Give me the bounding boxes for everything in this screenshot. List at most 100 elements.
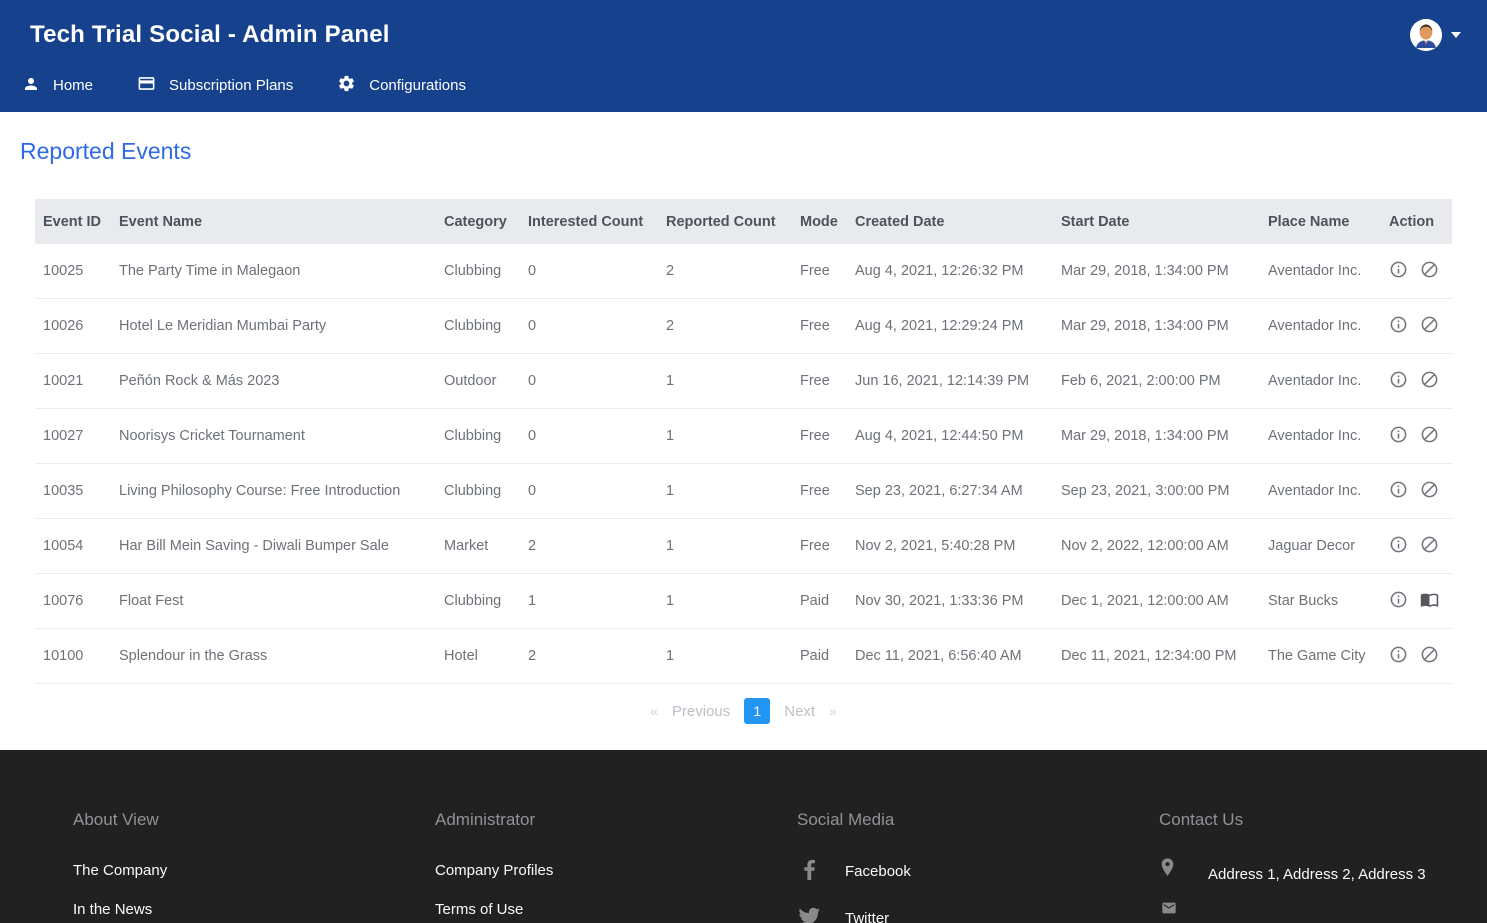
person-icon [22, 75, 40, 97]
col-interested-count: Interested Count [520, 199, 658, 244]
contact-address: Address 1, Address 2, Address 3 [1208, 866, 1426, 883]
footer-link[interactable]: The Company [73, 858, 435, 884]
cell-category: Clubbing [436, 574, 520, 629]
info-icon[interactable] [1389, 535, 1408, 558]
block-icon [1420, 645, 1439, 664]
secondary-action-icon[interactable] [1420, 590, 1439, 613]
nav-item-home[interactable]: Home [22, 75, 93, 97]
cell-reported-count: 2 [658, 244, 792, 299]
col-reported-count: Reported Count [658, 199, 792, 244]
cell-event-name: Peñón Rock & Más 2023 [111, 354, 436, 409]
social-label[interactable]: Facebook [845, 863, 911, 880]
contact-address-row: Address 1, Address 2, Address 3 [1159, 858, 1487, 892]
nav-item-subscription-plans[interactable]: Subscription Plans [137, 74, 293, 97]
info-icon[interactable] [1389, 425, 1408, 448]
block-icon [1420, 260, 1439, 279]
cell-event-id: 10035 [35, 464, 111, 519]
footer-link[interactable]: Terms of Use [435, 897, 797, 923]
cell-interested-count: 0 [520, 409, 658, 464]
cell-created-date: Nov 30, 2021, 1:33:36 PM [847, 574, 1053, 629]
cell-reported-count: 1 [658, 629, 792, 684]
cell-event-id: 10054 [35, 519, 111, 574]
secondary-action-icon[interactable] [1420, 535, 1439, 558]
cell-reported-count: 2 [658, 299, 792, 354]
footer-link[interactable]: In the News [73, 897, 435, 923]
secondary-action-icon[interactable] [1420, 370, 1439, 393]
cell-action [1381, 244, 1452, 299]
secondary-action-icon[interactable] [1420, 260, 1439, 283]
secondary-action-icon[interactable] [1420, 425, 1439, 448]
block-icon [1420, 425, 1439, 444]
cell-action [1381, 354, 1452, 409]
col-action: Action [1381, 199, 1452, 244]
cell-event-id: 10021 [35, 354, 111, 409]
chevron-down-icon[interactable] [1451, 32, 1461, 38]
table-row: 10025 The Party Time in Malegaon Clubbin… [35, 244, 1452, 299]
twitter-icon[interactable] [797, 905, 821, 923]
col-start-date: Start Date [1053, 199, 1260, 244]
cell-event-name: Hotel Le Meridian Mumbai Party [111, 299, 436, 354]
info-icon[interactable] [1389, 590, 1408, 613]
secondary-action-icon[interactable] [1420, 645, 1439, 668]
cell-interested-count: 0 [520, 299, 658, 354]
social-link-facebook[interactable]: Facebook [797, 858, 1159, 885]
cell-action [1381, 409, 1452, 464]
gear-icon [337, 74, 356, 97]
cell-place-name: Aventador Inc. [1260, 299, 1381, 354]
cell-reported-count: 1 [658, 409, 792, 464]
nav-item-configurations[interactable]: Configurations [337, 74, 466, 97]
cell-reported-count: 1 [658, 519, 792, 574]
cell-start-date: Sep 23, 2021, 3:00:00 PM [1053, 464, 1260, 519]
cell-action [1381, 299, 1452, 354]
cell-event-name: Har Bill Mein Saving - Diwali Bumper Sal… [111, 519, 436, 574]
info-icon[interactable] [1389, 370, 1408, 393]
social-label[interactable]: Twitter [845, 910, 889, 923]
cell-place-name: Aventador Inc. [1260, 354, 1381, 409]
info-icon[interactable] [1389, 260, 1408, 283]
user-menu[interactable] [1410, 19, 1461, 51]
cell-created-date: Aug 4, 2021, 12:44:50 PM [847, 409, 1053, 464]
cell-action [1381, 574, 1452, 629]
cell-interested-count: 2 [520, 629, 658, 684]
footer-link[interactable]: Company Profiles [435, 858, 797, 884]
table-header-row: Event ID Event Name Category Interested … [35, 199, 1452, 244]
cell-event-name: The Party Time in Malegaon [111, 244, 436, 299]
info-icon[interactable] [1389, 480, 1408, 503]
current-page-button[interactable]: 1 [744, 698, 770, 724]
avatar[interactable] [1410, 19, 1442, 51]
secondary-action-icon[interactable] [1420, 480, 1439, 503]
app-title: Tech Trial Social - Admin Panel [30, 21, 390, 49]
cell-interested-count: 1 [520, 574, 658, 629]
table-row: 10076 Float Fest Clubbing 1 1 Paid Nov 3… [35, 574, 1452, 629]
cell-created-date: Nov 2, 2021, 5:40:28 PM [847, 519, 1053, 574]
cell-mode: Free [792, 409, 847, 464]
first-page-arrow[interactable]: « [650, 703, 658, 719]
nav-label: Configurations [369, 77, 466, 94]
last-page-arrow[interactable]: » [829, 703, 837, 719]
cell-start-date: Dec 11, 2021, 12:34:00 PM [1053, 629, 1260, 684]
info-icon[interactable] [1389, 645, 1408, 668]
cell-place-name: Aventador Inc. [1260, 464, 1381, 519]
col-created-date: Created Date [847, 199, 1053, 244]
cell-start-date: Feb 6, 2021, 2:00:00 PM [1053, 354, 1260, 409]
cell-place-name: Star Bucks [1260, 574, 1381, 629]
cell-category: Hotel [436, 629, 520, 684]
cell-created-date: Dec 11, 2021, 6:56:40 AM [847, 629, 1053, 684]
col-mode: Mode [792, 199, 847, 244]
app-header: Tech Trial Social - Admin Panel Home [0, 0, 1487, 112]
next-page-button[interactable]: Next [784, 703, 815, 720]
location-pin-icon [1159, 858, 1176, 892]
social-link-twitter[interactable]: Twitter [797, 905, 1159, 923]
info-icon[interactable] [1389, 315, 1408, 338]
cell-mode: Free [792, 354, 847, 409]
col-category: Category [436, 199, 520, 244]
previous-page-button[interactable]: Previous [672, 703, 730, 720]
cell-start-date: Mar 29, 2018, 1:34:00 PM [1053, 409, 1260, 464]
secondary-action-icon[interactable] [1420, 315, 1439, 338]
table-row: 10054 Har Bill Mein Saving - Diwali Bump… [35, 519, 1452, 574]
table-row: 10035 Living Philosophy Course: Free Int… [35, 464, 1452, 519]
cell-event-id: 10076 [35, 574, 111, 629]
cell-event-name: Noorisys Cricket Tournament [111, 409, 436, 464]
facebook-icon[interactable] [797, 858, 821, 885]
cell-event-name: Splendour in the Grass [111, 629, 436, 684]
